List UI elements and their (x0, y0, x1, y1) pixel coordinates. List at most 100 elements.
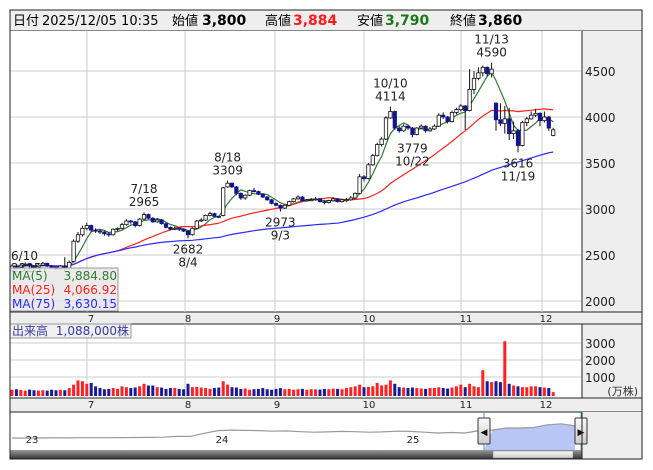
navigator-year-label: 24 (216, 435, 229, 446)
volume-bar (428, 388, 432, 396)
ma5-value: 3,884.80 (64, 269, 117, 283)
candle-up (225, 182, 230, 188)
price-tick-label: 2500 (585, 249, 616, 263)
volume-unit-label: (万株) (607, 384, 638, 398)
volume-bar (252, 389, 256, 396)
high-label: 高値 (265, 13, 291, 29)
candle-down (397, 127, 402, 132)
candle-down (361, 176, 367, 180)
volume-bar (111, 388, 115, 396)
candle-down (89, 225, 94, 231)
month-label: 9 (274, 314, 280, 325)
candle-up (75, 234, 81, 242)
volume-bar (261, 388, 265, 396)
volume-bar (270, 389, 274, 396)
volume-bar (190, 387, 194, 396)
candle-up (190, 227, 195, 236)
candle-down (537, 112, 543, 122)
candle-down (97, 230, 103, 233)
volume-bar (380, 385, 384, 396)
volume-bar (503, 341, 507, 396)
volume-bar (375, 382, 379, 396)
volume-bar (142, 383, 146, 396)
volume-bar (512, 385, 516, 396)
volume-bar (23, 390, 27, 396)
volume-bar (397, 387, 401, 396)
volume-bar (226, 384, 230, 396)
candle-up (489, 68, 494, 75)
candle-up (357, 176, 362, 194)
candle-up (458, 105, 463, 111)
volume-bar (459, 384, 463, 396)
candle-down (265, 196, 270, 201)
volume-bar (146, 385, 150, 396)
candle-down (128, 220, 133, 223)
volume-bar (327, 389, 331, 396)
volume-bar (120, 386, 124, 396)
candle-up (304, 199, 309, 202)
volume-bar (124, 387, 128, 396)
annotation-date: 10/22 (395, 154, 430, 168)
annotation-date: 7/18 (131, 182, 158, 196)
date-label: 日付 (13, 14, 39, 29)
scrollbar-thumb[interactable] (492, 450, 574, 459)
ma5-label: MA(5) (12, 269, 48, 283)
annotation-price: 4114 (375, 90, 406, 104)
candle-down (177, 227, 182, 230)
candle-up (419, 125, 424, 129)
volume-value: 1,088,000株 (56, 323, 129, 338)
volume-bar (14, 389, 18, 396)
candle-up (542, 116, 547, 122)
volume-bar (309, 389, 313, 396)
annotation-price: 3616 (503, 156, 534, 170)
navigator[interactable]: 23 24 25 ◀ ▶ (10, 412, 588, 459)
volume-bar (371, 386, 375, 396)
volume-bar (45, 390, 49, 396)
annotation-price: 2682 (173, 242, 204, 256)
volume-bar (283, 389, 287, 396)
candle-up (80, 227, 85, 236)
candle-down (168, 226, 173, 230)
candle-up (502, 118, 507, 124)
candle-down (269, 199, 274, 204)
volume-bar (534, 386, 538, 396)
candle-up (137, 218, 142, 226)
navigator-side-panel (582, 412, 642, 459)
candle-down (212, 213, 217, 217)
candle-up (467, 89, 472, 111)
price-tick-label: 3000 (585, 203, 616, 217)
candle-down (251, 190, 257, 193)
candle-down (493, 102, 499, 121)
candle-up (203, 215, 208, 221)
candle-up (309, 199, 314, 202)
candle-up (207, 213, 213, 216)
volume-bar (344, 388, 348, 396)
volume-bar (186, 383, 190, 396)
datetime-value: 2025/12/05 10:35 (42, 14, 159, 29)
volume-bar (494, 381, 498, 396)
volume-bar (406, 388, 410, 396)
volume-bar (498, 382, 502, 396)
candle-down (150, 217, 155, 223)
volume-bar (41, 390, 45, 396)
price-tick-label: 2000 (585, 295, 616, 309)
volume-bar (353, 386, 357, 396)
price-tick-label: 4500 (585, 65, 616, 79)
navigator-year-label: 25 (407, 435, 420, 446)
volume-bar (437, 387, 441, 396)
candle-up (388, 111, 393, 119)
candle-up (353, 192, 358, 199)
volume-bar (507, 383, 511, 396)
volume-bar (36, 390, 40, 396)
candle-up (344, 199, 349, 202)
candle-up (247, 190, 252, 196)
volume-bar (472, 386, 476, 396)
candle-down (159, 219, 164, 225)
volume-bar (490, 382, 494, 396)
candle-down (234, 186, 239, 194)
volume-bar (239, 388, 243, 396)
candle-up (199, 219, 204, 222)
volume-tick-label: 3000 (585, 337, 616, 351)
candle-down (423, 125, 428, 132)
volume-bar (450, 387, 454, 396)
